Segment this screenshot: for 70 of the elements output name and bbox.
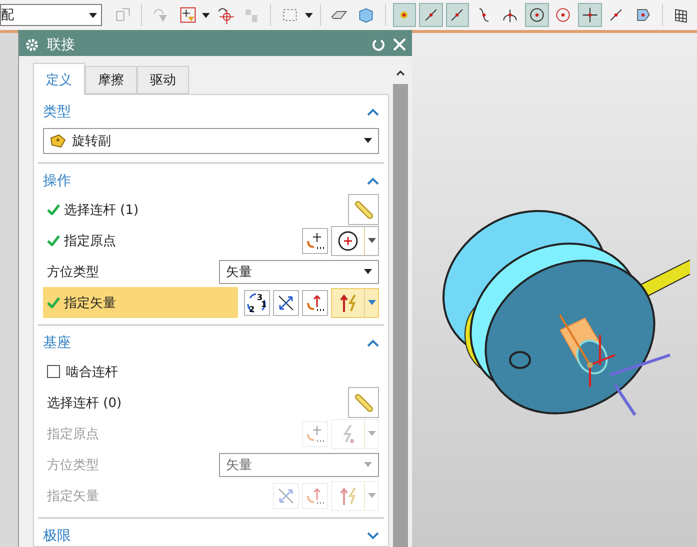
- reset-icon: [372, 38, 385, 51]
- snap-icon: [580, 6, 599, 24]
- caret-icon: [202, 12, 210, 18]
- reverse-direction-icon: [276, 292, 296, 312]
- dashed-rectangle-icon: [280, 6, 299, 24]
- reset-button[interactable]: [372, 38, 385, 51]
- circle-center-icon: [337, 230, 359, 252]
- selection-label: 选择连杆 (0): [46, 394, 123, 412]
- snap-icon: [554, 6, 572, 24]
- rod-icon: [354, 392, 374, 412]
- vector-dialog-icon: [305, 486, 325, 506]
- snap-point-button[interactable]: [525, 3, 549, 27]
- section-title: 基座: [43, 334, 71, 352]
- caret-icon: [304, 12, 313, 18]
- chevron-icon[interactable]: [367, 177, 379, 185]
- tool-button[interactable]: [273, 290, 299, 316]
- dialog-tab[interactable]: 摩擦: [85, 66, 137, 94]
- cube-icon: [356, 6, 375, 24]
- crosshair-icon: [216, 6, 234, 24]
- caret-icon: [368, 493, 376, 498]
- chevron-icon[interactable]: [367, 108, 379, 116]
- dialog-tab[interactable]: 定义: [33, 63, 85, 95]
- selection-menu-button[interactable]: [331, 226, 379, 256]
- caret-icon: [368, 238, 376, 243]
- caret-icon: [368, 300, 376, 305]
- orientation-dropdown[interactable]: 矢量: [219, 260, 379, 284]
- select-link-button[interactable]: [348, 387, 379, 418]
- rod-icon: [354, 200, 374, 220]
- snap-icon: [528, 6, 546, 24]
- vector-dialog-icon: [305, 292, 325, 312]
- settings-icon[interactable]: [25, 38, 39, 52]
- reverse-direction-icon: [276, 486, 296, 506]
- chevron-icon[interactable]: [367, 339, 379, 347]
- section-title: 操作: [43, 172, 71, 190]
- caret-icon: [364, 462, 372, 467]
- joint-type-dropdown[interactable]: 旋转副: [43, 128, 379, 154]
- caret-icon: [364, 269, 372, 274]
- tool-button[interactable]: [302, 228, 328, 254]
- cycle-digit: 3: [257, 292, 263, 302]
- caret-icon: [364, 138, 372, 143]
- caret-icon: [368, 431, 376, 436]
- chevron-icon[interactable]: [367, 532, 379, 540]
- checkbox-label: 啮合连杆: [66, 364, 118, 380]
- snap-point-button[interactable]: [446, 3, 470, 27]
- close-button[interactable]: [393, 38, 406, 51]
- field-label: 方位类型: [46, 456, 100, 474]
- selection-label: 指定矢量: [43, 287, 238, 318]
- snap-point-button[interactable]: [578, 3, 602, 27]
- assembly-dropdown[interactable]: 配: [0, 4, 102, 26]
- selection-label: 指定原点: [43, 225, 296, 256]
- close-icon: [393, 38, 406, 51]
- dialog-title: 联接: [47, 36, 76, 54]
- section-title: 极限: [43, 527, 71, 545]
- dialog-tab[interactable]: 驱动: [137, 66, 189, 94]
- point-dialog-icon: [305, 424, 325, 444]
- selection-label: 选择连杆 (1): [43, 194, 342, 225]
- filter-icon: [153, 7, 170, 23]
- section-title: 类型: [43, 103, 71, 121]
- point-dialog-icon: [305, 230, 325, 250]
- checkbox[interactable]: [47, 365, 60, 378]
- selection-label: 指定矢量: [46, 488, 100, 506]
- component-icon: [114, 6, 132, 24]
- joint-icon: [50, 134, 66, 148]
- selection-label: 指定原点: [46, 426, 100, 444]
- field-label: 方位类型: [46, 264, 100, 282]
- point-filter-icon: [178, 6, 197, 24]
- scrollbar[interactable]: [393, 62, 408, 547]
- graphics-viewport[interactable]: [412, 33, 697, 547]
- chevron-icon: [396, 70, 405, 76]
- caret-icon: [88, 12, 97, 18]
